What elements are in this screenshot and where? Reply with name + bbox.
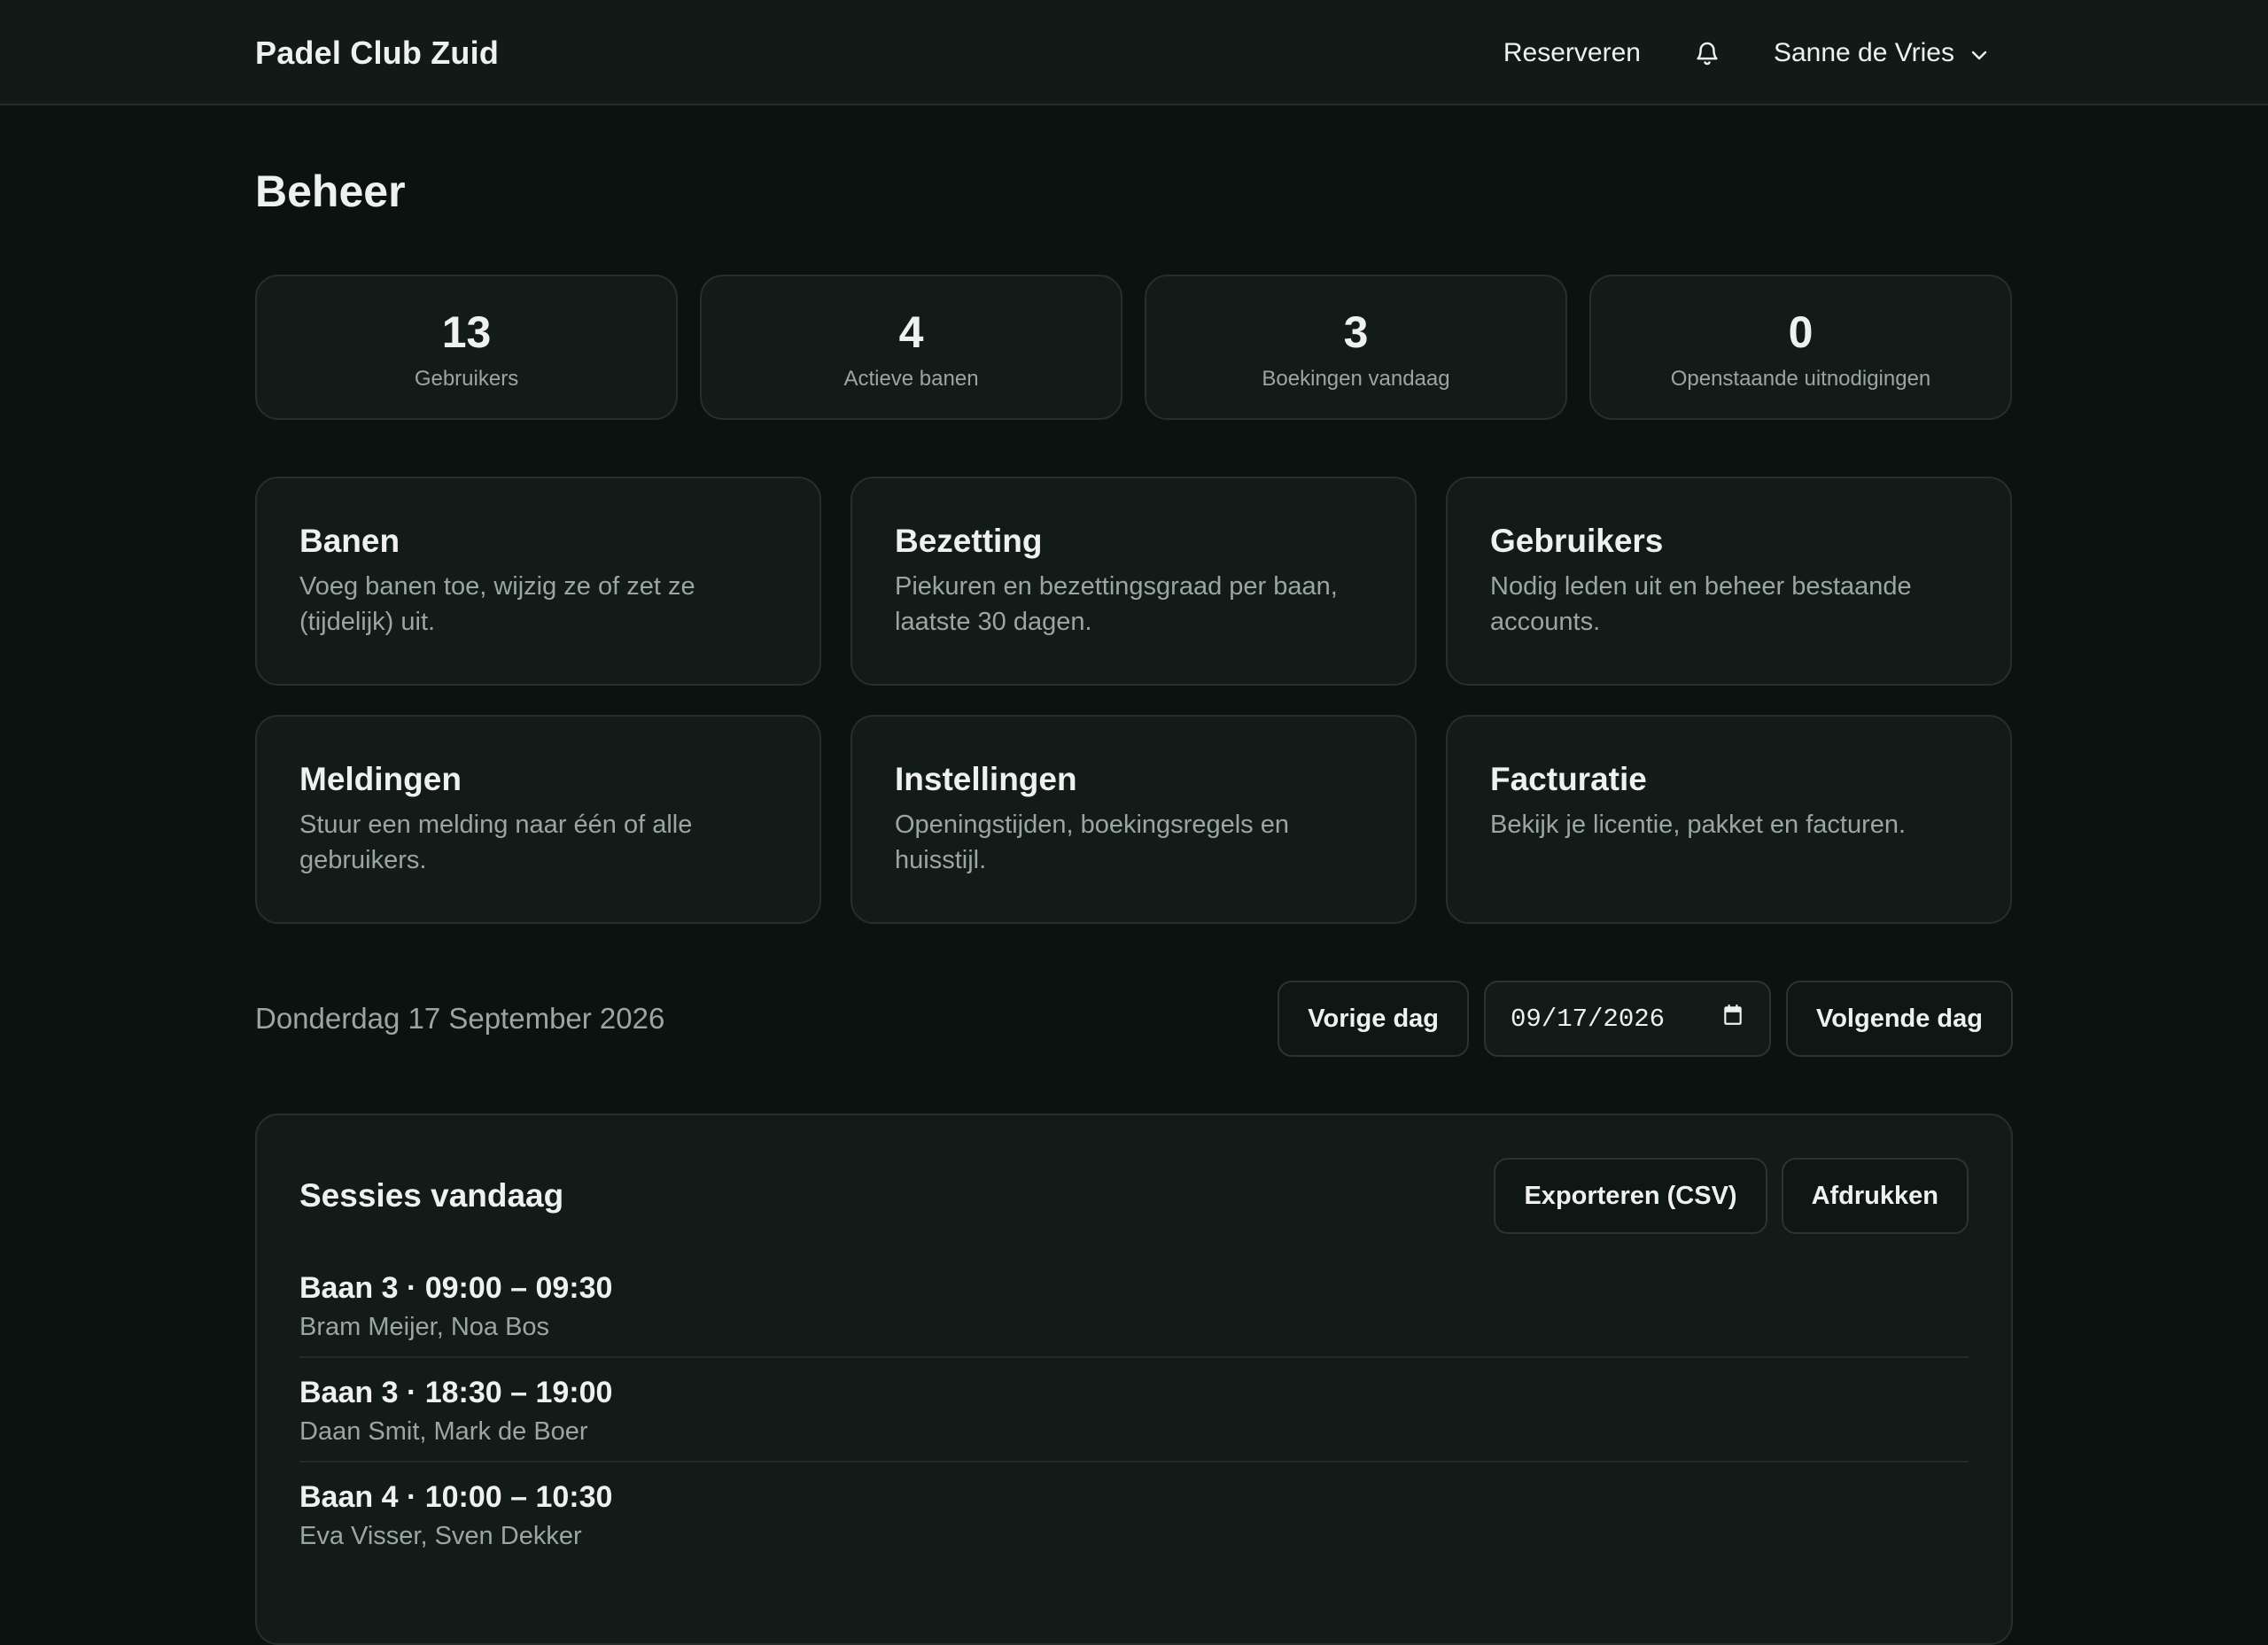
stat-label: Actieve banen	[843, 367, 979, 391]
card-title: Bezetting	[895, 523, 1043, 559]
session-players: Daan Smit, Mark de Boer	[299, 1417, 588, 1446]
sessions-title: Sessies vandaag	[299, 1177, 564, 1214]
session-item[interactable]: Baan 3 · 09:00 – 09:30 Bram Meijer, Noa …	[299, 1253, 1969, 1358]
stats-row: 13 Gebruikers 4 Actieve banen 3 Boekinge…	[255, 275, 2013, 420]
session-time: Baan 3 · 09:00 – 09:30	[299, 1271, 613, 1305]
chevron-down-icon	[1970, 38, 1988, 68]
sessions-actions: Exporteren (CSV) Afdrukken	[1494, 1158, 1969, 1234]
stat-value: 4	[898, 307, 924, 357]
nav-right-group: Reserveren Sanne de Vries	[1503, 38, 2013, 68]
stat-label: Gebruikers	[414, 367, 519, 391]
print-button[interactable]: Afdrukken	[1781, 1158, 1969, 1234]
stat-card-users: 13 Gebruikers	[255, 275, 678, 420]
session-item[interactable]: Baan 4 · 10:00 – 10:30 Eva Visser, Sven …	[299, 1463, 1969, 1565]
session-item[interactable]: Baan 3 · 18:30 – 19:00 Daan Smit, Mark d…	[299, 1358, 1969, 1463]
main-content: Beheer 13 Gebruikers 4 Actieve banen 3 B…	[255, 105, 2013, 1645]
card-users[interactable]: Gebruikers Nodig leden uit en beheer bes…	[1446, 477, 2012, 686]
card-description: Openingstijden, boekingsregels en huisst…	[895, 811, 1289, 874]
card-settings[interactable]: Instellingen Openingstijden, boekingsreg…	[850, 715, 1417, 924]
card-notifications[interactable]: Meldingen Stuur een melding naar één of …	[255, 715, 821, 924]
card-description: Nodig leden uit en beheer bestaande acco…	[1490, 572, 1912, 636]
session-players: Bram Meijer, Noa Bos	[299, 1313, 550, 1341]
previous-day-button[interactable]: Vorige dag	[1278, 981, 1470, 1057]
session-time: Baan 3 · 18:30 – 19:00	[299, 1376, 613, 1409]
stat-card-bookings-today: 3 Boekingen vandaag	[1145, 275, 1567, 420]
card-title: Meldingen	[299, 761, 462, 797]
stat-value: 0	[1788, 307, 1814, 357]
admin-cards-grid: Banen Voeg banen toe, wijzig ze of zet z…	[255, 477, 2013, 924]
card-description: Piekuren en bezettingsgraad per baan, la…	[895, 572, 1338, 636]
stat-label: Openstaande uitnodigingen	[1670, 367, 1931, 391]
top-navigation-bar: Padel Club Zuid Reserveren Sanne de Vrie…	[0, 0, 2268, 105]
card-occupancy[interactable]: Bezetting Piekuren en bezettingsgraad pe…	[850, 477, 1417, 686]
session-players: Eva Visser, Sven Dekker	[299, 1522, 582, 1550]
card-title: Gebruikers	[1490, 523, 1664, 559]
user-name: Sanne de Vries	[1773, 37, 1954, 67]
current-date-label: Donderdag 17 September 2026	[255, 1002, 665, 1035]
stat-card-open-invitations: 0 Openstaande uitnodigingen	[1589, 275, 2012, 420]
date-navigation: Donderdag 17 September 2026 Vorige dag 0…	[255, 981, 2013, 1057]
card-description: Stuur een melding naar één of alle gebru…	[299, 811, 693, 874]
card-billing[interactable]: Facturatie Bekijk je licentie, pakket en…	[1446, 715, 2012, 924]
session-list: Baan 3 · 09:00 – 09:30 Bram Meijer, Noa …	[299, 1253, 1969, 1565]
card-courts[interactable]: Banen Voeg banen toe, wijzig ze of zet z…	[255, 477, 821, 686]
bell-icon[interactable]	[1692, 38, 1722, 68]
page-title: Beheer	[255, 167, 406, 216]
date-controls: Vorige dag 09/17/2026 Volgende dag	[1278, 981, 2013, 1057]
date-input-value: 09/17/2026	[1511, 1004, 1666, 1034]
stat-card-active-courts: 4 Actieve banen	[700, 275, 1122, 420]
brand-logo-text[interactable]: Padel Club Zuid	[255, 35, 499, 72]
card-title: Facturatie	[1490, 761, 1647, 797]
export-csv-button[interactable]: Exporteren (CSV)	[1494, 1158, 1767, 1234]
stat-value: 13	[441, 307, 492, 357]
calendar-icon[interactable]	[1721, 1004, 1744, 1035]
top-navigation-inner: Padel Club Zuid Reserveren Sanne de Vrie…	[255, 0, 2013, 105]
stat-label: Boekingen vandaag	[1262, 367, 1450, 391]
sessions-panel: Sessies vandaag Exporteren (CSV) Afdrukk…	[255, 1113, 2013, 1645]
reserve-link[interactable]: Reserveren	[1503, 38, 1641, 68]
card-description: Bekijk je licentie, pakket en facturen.	[1490, 811, 1907, 839]
next-day-button[interactable]: Volgende dag	[1786, 981, 2013, 1057]
card-title: Banen	[299, 523, 400, 559]
stat-value: 3	[1343, 307, 1369, 357]
session-time: Baan 4 · 10:00 – 10:30	[299, 1480, 613, 1514]
user-menu[interactable]: Sanne de Vries	[1774, 38, 1988, 68]
date-input[interactable]: 09/17/2026	[1484, 981, 1772, 1057]
sessions-header: Sessies vandaag Exporteren (CSV) Afdrukk…	[299, 1158, 1969, 1234]
card-description: Voeg banen toe, wijzig ze of zet ze (tij…	[299, 572, 695, 636]
card-title: Instellingen	[895, 761, 1077, 797]
